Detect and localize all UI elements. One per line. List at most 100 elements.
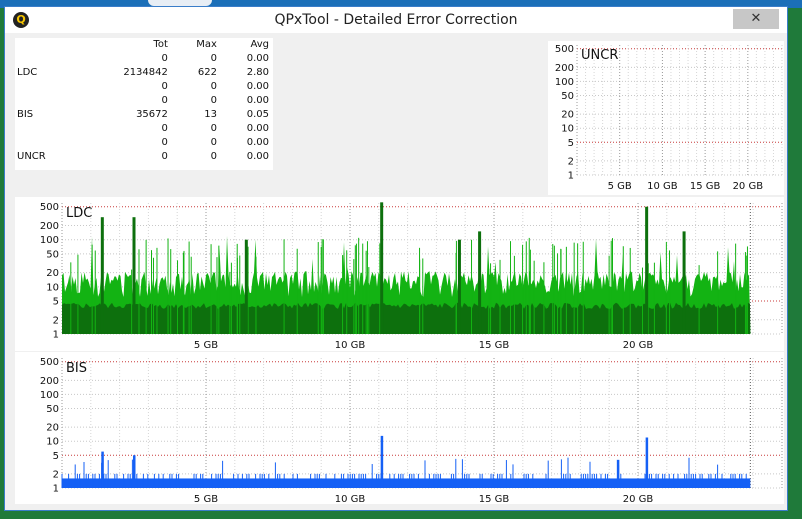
ldc-chart-svg: 5002001005020105215 GB 10 GB 15 GB 20 GBLDC [40,202,783,351]
row-label [15,135,79,149]
stats-header-tot: Tot [153,39,168,51]
x-tick-label: 10 GB [647,181,678,192]
stats-header-max: Max [196,39,217,51]
chart-grid [61,358,783,489]
y-tick-label: 500 [40,357,59,368]
uncr-chart-svg: 5002001005020105215 GB 10 GB 15 GB 20 GBUNC… [555,44,783,192]
y-tick-label: 50 [561,91,574,102]
table-row: LDC 2134842 622 2.80 [15,66,273,80]
y-tick-label: 2 [53,469,59,480]
chart-title: UNCR [581,48,618,63]
cell-tot: 0 [161,122,168,134]
x-tick-label: 15 GB [479,494,510,504]
title-bar[interactable]: Q QPxTool - Detailed Error Correction ✕ [5,7,787,33]
y-tick-label: 2 [568,156,574,167]
y-tick-label: 100 [555,77,574,88]
bis-chart-svg: 5002001005020105215 GB 10 GB 15 GB 20 GBBIS [40,357,783,505]
y-tick-label: 200 [40,221,59,232]
y-tick-label: 20 [46,423,59,434]
y-tick-label: 2 [53,315,59,326]
cell-tot: 0 [161,81,168,93]
bis-peak [645,437,649,488]
ldc-peak [244,239,248,334]
cell-avg: 0.05 [246,108,269,120]
cell-avg: 2.80 [246,67,269,79]
cell-max: 0 [210,95,217,106]
ldc-peak [478,231,482,334]
cell-tot: 35672 [136,108,168,120]
ldc-peak [645,206,649,334]
y-tick-label: 500 [40,202,59,213]
row-label [15,80,79,94]
row-label [15,52,79,66]
stats-table: Tot Max Avg 0 0 0.00 LDC 2134842 622 2.80 000… [15,38,273,170]
y-tick-label: 10 [561,124,574,135]
x-tick-label: 15 GB [690,181,721,192]
stats-header-label [15,38,79,52]
cell-avg: 0.00 [246,53,269,65]
x-tick-label: 15 GB [479,340,510,351]
y-tick-label: 1 [568,171,574,182]
table-row: 0 0 0.00 [15,80,273,94]
y-tick-label: 10 [46,437,59,448]
y-tick-label: 20 [46,268,59,279]
cell-max: 0 [210,53,217,65]
cell-tot: 0 [161,150,168,162]
cell-max: 0 [210,122,217,134]
cell-max: 13 [204,108,217,120]
table-row: BIS 35672 13 0.05 [15,107,273,121]
cell-max: 0 [210,150,217,162]
chart-title: BIS [66,361,87,376]
y-tick-label: 5 [53,297,59,308]
x-tick-label: 5 GB [194,340,218,351]
cell-avg: 0.00 [246,122,269,134]
ldc-peak [457,239,461,334]
x-tick-label: 20 GB [623,340,654,351]
cell-avg: 0.00 [246,150,269,162]
cell-avg: 0.00 [246,95,269,106]
stats-header-avg: Avg [250,39,269,51]
ldc-chart: 500 200 100 50 20 10 5 2 1 5 GB 10 GB 15 GB 20 GB LDC [15,197,784,351]
y-tick-label: 50 [46,404,59,415]
y-tick-label: 10 [46,282,59,293]
y-tick-label: 5 [568,138,574,149]
x-tick-label: 10 GB [335,340,366,351]
row-label: BIS [17,108,34,120]
close-button[interactable]: ✕ [733,9,779,29]
cell-max: 0 [210,81,217,93]
y-tick-label: 5 [53,451,59,462]
bis-peak [101,451,104,488]
table-row: UNCR 0 0 0.00 [15,149,273,163]
ldc-peak [380,202,384,334]
x-tick-label: 20 GB [623,494,654,504]
chart-title: LDC [66,206,92,221]
y-tick-label: 200 [40,376,59,387]
stats-header-row: Tot Max Avg [15,38,273,52]
x-tick-label: 5 GB [608,181,632,192]
cell-avg: 0.00 [246,81,269,93]
ldc-peak [132,217,136,334]
table-row: 0 0 0.00 [15,52,273,66]
window-title: QPxTool - Detailed Error Correction [274,12,518,28]
y-tick-label: 20 [561,110,574,121]
cell-tot: 0 [161,136,168,148]
x-tick-label: 20 GB [733,181,764,192]
bis-chart: 500 200 100 50 20 10 5 2 1 5 GB 10 GB 15 GB 20 GB BIS [15,352,784,505]
row-label [15,94,79,108]
bis-peak [616,459,620,488]
y-tick-label: 500 [555,44,574,55]
uncr-chart: 500 200 100 50 20 10 5 2 1 5 GB 10 GB 15 GB 20 GB UNC… [548,41,784,195]
y-tick-label: 100 [40,390,59,401]
row-label: UNCR [17,150,46,162]
cell-tot: 2134842 [123,67,168,79]
table-row: 0 0 0.00 [15,94,273,108]
cell-avg: 0.00 [246,136,269,148]
y-tick-label: 1 [53,330,59,341]
y-tick-label: 1 [53,484,59,495]
bis-peak [380,435,384,488]
table-row: 0 0 0.00 [15,121,273,135]
y-tick-label: 50 [46,249,59,260]
chart-grid [576,45,783,176]
ldc-peak [682,231,686,334]
table-row: 0 0 0.00 [15,135,273,149]
